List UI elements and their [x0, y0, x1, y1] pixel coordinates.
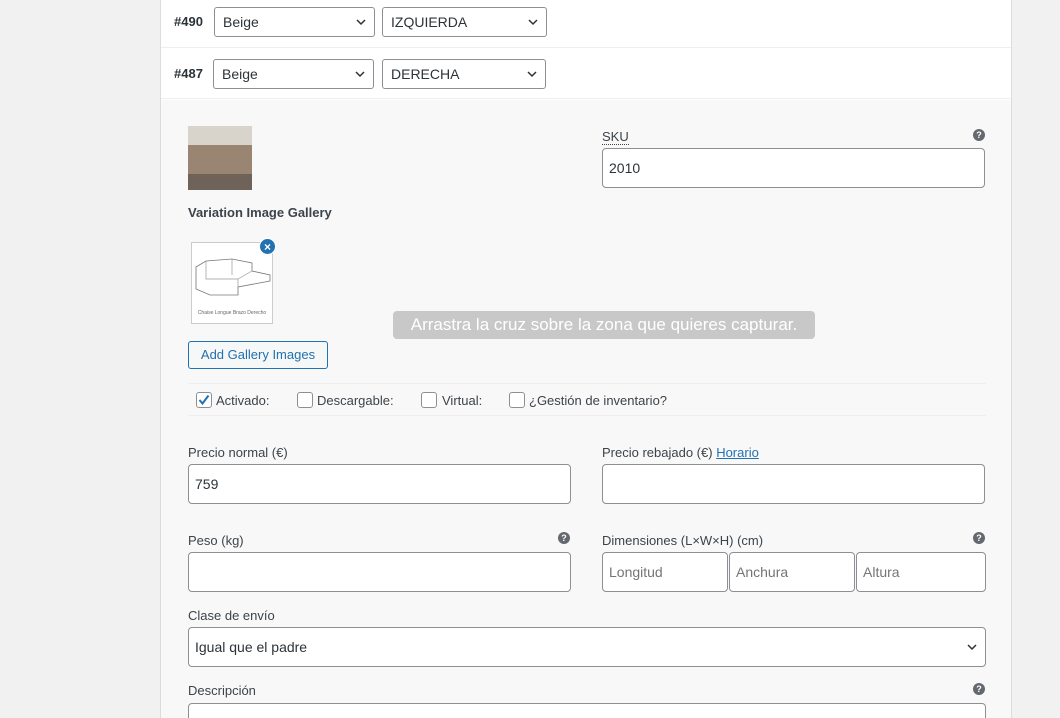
shipping-class-select[interactable]: Igual que el padre: [188, 627, 986, 667]
manage-stock-label: ¿Gestión de inventario?: [529, 393, 668, 408]
regular-price-input[interactable]: 759: [188, 464, 571, 504]
downloadable-checkbox[interactable]: [297, 392, 313, 408]
description-label: Descripción: [188, 683, 256, 698]
weight-input[interactable]: [188, 552, 571, 592]
sku-label-text: SKU: [602, 129, 629, 145]
gallery-label: Variation Image Gallery: [188, 205, 332, 220]
sku-input[interactable]: 2010: [602, 148, 985, 188]
enabled-checkbox[interactable]: [196, 392, 212, 408]
downloadable-label: Descargable:: [317, 393, 394, 408]
color-select[interactable]: Beige: [214, 7, 375, 37]
description-textarea[interactable]: [188, 703, 986, 718]
variation-id: #490: [174, 14, 203, 29]
height-input[interactable]: Altura: [856, 552, 986, 592]
chevron-down-icon: [527, 71, 537, 78]
add-gallery-images-button[interactable]: Add Gallery Images: [188, 341, 328, 369]
variation-options: Activado: Descargable: Virtual: ¿Gestión…: [188, 383, 986, 416]
help-icon[interactable]: ?: [558, 532, 570, 544]
weight-label: Peso (kg): [188, 533, 244, 548]
enabled-label: Activado:: [216, 393, 270, 408]
variation-details: SKU ? 2010 Variation Image Gallery Chais…: [161, 100, 1011, 718]
shipping-class-value: Igual que el padre: [195, 639, 308, 655]
width-input[interactable]: Anchura: [729, 552, 855, 592]
gallery-image-caption: Chaise Longue Brazo Derecho: [197, 310, 267, 316]
variation-row-487: #487 Beige DERECHA: [161, 49, 1011, 99]
chevron-down-icon: [528, 19, 538, 26]
checkmark-icon: [198, 394, 210, 406]
sale-price-label-text: Precio rebajado (€): [602, 445, 713, 460]
side-select[interactable]: IZQUIERDA: [382, 7, 547, 37]
length-input[interactable]: Longitud: [602, 552, 728, 592]
sku-label: SKU: [602, 129, 629, 145]
variation-image[interactable]: [188, 126, 252, 190]
schedule-link[interactable]: Horario: [716, 445, 759, 460]
remove-image-icon[interactable]: ×: [259, 238, 276, 255]
capture-overlay: Arrastra la cruz sobre la zona que quier…: [393, 311, 815, 339]
chevron-down-icon: [967, 644, 977, 651]
manage-stock-checkbox[interactable]: [509, 392, 525, 408]
variation-id: #487: [174, 66, 203, 81]
dimensions-label: Dimensiones (L×W×H) (cm): [602, 533, 764, 548]
color-select-value: Beige: [222, 66, 258, 82]
chevron-down-icon: [355, 71, 365, 78]
side-select[interactable]: DERECHA: [382, 59, 546, 89]
sku-value: 2010: [609, 160, 641, 176]
side-select-value: DERECHA: [391, 66, 460, 82]
chevron-down-icon: [356, 19, 366, 26]
variation-row-490: #490 Beige IZQUIERDA: [161, 0, 1011, 48]
regular-price-label: Precio normal (€): [188, 445, 288, 460]
color-select-value: Beige: [223, 14, 259, 30]
help-icon[interactable]: ?: [973, 683, 985, 695]
width-placeholder: Anchura: [736, 564, 789, 580]
variations-panel: #490 Beige IZQUIERDA #487 Beige DERECHA …: [160, 0, 1012, 718]
gallery-image[interactable]: Chaise Longue Brazo Derecho: [191, 242, 273, 324]
length-placeholder: Longitud: [609, 564, 663, 580]
virtual-checkbox[interactable]: [421, 392, 437, 408]
help-icon[interactable]: ?: [973, 129, 985, 141]
height-placeholder: Altura: [863, 564, 900, 580]
side-select-value: IZQUIERDA: [391, 14, 468, 30]
color-select[interactable]: Beige: [213, 59, 374, 89]
sale-price-input[interactable]: [602, 464, 985, 504]
shipping-class-label: Clase de envío: [188, 608, 275, 623]
sale-price-label: Precio rebajado (€) Horario: [602, 445, 759, 460]
sofa-sketch: [195, 258, 271, 296]
help-icon[interactable]: ?: [973, 532, 985, 544]
regular-price-value: 759: [195, 476, 219, 492]
virtual-label: Virtual:: [442, 393, 483, 408]
